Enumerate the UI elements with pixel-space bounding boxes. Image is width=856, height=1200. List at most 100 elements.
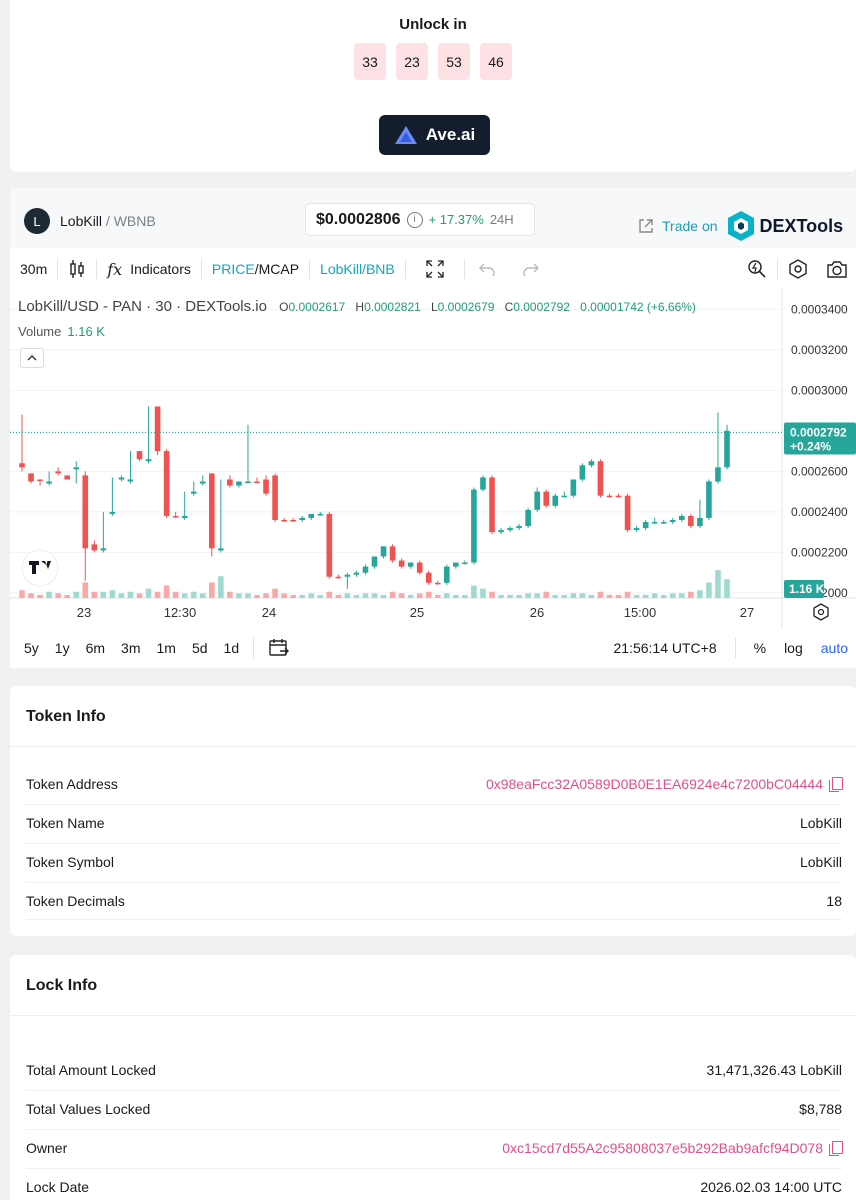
legend-change: 0.00001742 (+6.66%) bbox=[580, 300, 696, 314]
y-tick-label: 0.0003400 bbox=[791, 302, 848, 316]
lock-date-value: 2026.02.03 14:00 UTC bbox=[700, 1179, 842, 1195]
copy-icon[interactable] bbox=[829, 1141, 843, 1156]
volume-bar bbox=[516, 594, 522, 598]
ave-ai-label: Ave.ai bbox=[425, 125, 476, 144]
log-toggle[interactable]: log bbox=[784, 640, 803, 656]
volume-bar bbox=[597, 591, 604, 598]
clock-time[interactable]: 21:56:14 UTC+8 bbox=[613, 640, 716, 656]
chart-area[interactable]: 0.00034000.00032000.00030000.00028000.00… bbox=[10, 288, 856, 628]
trade-on-link[interactable]: Trade on DEXTools bbox=[638, 210, 843, 242]
candle-body bbox=[109, 511, 116, 514]
candle-body bbox=[299, 517, 305, 520]
volume-bar bbox=[236, 593, 242, 598]
candle-body bbox=[272, 475, 278, 520]
indicators-button[interactable]: 𝑓x Indicators bbox=[97, 250, 201, 288]
candle-body bbox=[380, 546, 387, 557]
fullscreen-icon bbox=[426, 260, 444, 278]
y-tick-label: 0.0002400 bbox=[791, 505, 848, 519]
x-tick-label: 12:30 bbox=[164, 605, 197, 620]
volume-bar bbox=[344, 593, 351, 598]
legend-close: 0.0002792 bbox=[513, 300, 570, 314]
candle-body bbox=[669, 519, 676, 523]
token-decimals-value: 18 bbox=[826, 893, 842, 909]
row-label: Lock Date bbox=[26, 1179, 90, 1195]
volume-tag-label: 1.16 K bbox=[789, 582, 825, 596]
camera-icon bbox=[827, 261, 847, 278]
volume-bar bbox=[190, 591, 197, 598]
candle-body bbox=[82, 475, 89, 549]
candle-body bbox=[444, 566, 450, 583]
owner-address-link[interactable]: 0xc15cd7d55A2c95808037e5b292Bab9afcf94D0… bbox=[502, 1140, 843, 1156]
tradingview-logo-icon[interactable] bbox=[21, 549, 59, 587]
range-1y[interactable]: 1y bbox=[47, 640, 78, 656]
chart-card: L LobKill / WBNB $0.0002806 i + 17.37% 2… bbox=[10, 188, 856, 668]
volume-bar bbox=[37, 594, 43, 598]
range-6m[interactable]: 6m bbox=[78, 640, 113, 656]
range-5d[interactable]: 5d bbox=[184, 640, 216, 656]
unlock-title: Unlock in bbox=[399, 16, 467, 33]
range-5y[interactable]: 5y bbox=[10, 640, 47, 656]
chart-type-button[interactable] bbox=[58, 250, 96, 288]
price-mcap-toggle[interactable]: PRICE/MCAP bbox=[202, 250, 309, 288]
volume-bar bbox=[679, 593, 685, 598]
quick-search-button[interactable] bbox=[737, 250, 777, 288]
legend-o-label: O bbox=[279, 300, 289, 314]
pair-info[interactable]: L LobKill / WBNB bbox=[24, 208, 156, 234]
fx-icon: 𝑓x bbox=[107, 259, 123, 279]
candle-body bbox=[190, 491, 197, 494]
price-period: 24H bbox=[489, 212, 514, 227]
ave-ai-button[interactable]: Ave.ai bbox=[379, 115, 490, 155]
percent-toggle[interactable]: % bbox=[754, 640, 766, 656]
volume-bar bbox=[715, 570, 721, 598]
chart-toolbar: 30m 𝑓x Indicators PRICE/MCAP LobKill/BNB bbox=[10, 250, 856, 288]
collapse-legend-button[interactable] bbox=[20, 348, 44, 368]
pair-toggle[interactable]: LobKill/BNB bbox=[310, 250, 405, 288]
candle-body bbox=[28, 473, 34, 482]
undo-button[interactable] bbox=[465, 250, 509, 288]
goto-date-button[interactable] bbox=[260, 637, 298, 660]
range-3m[interactable]: 3m bbox=[113, 640, 148, 656]
candle-body bbox=[471, 489, 477, 563]
volume-bar bbox=[118, 593, 125, 598]
candle-body bbox=[209, 473, 215, 549]
volume-bar bbox=[471, 585, 477, 598]
snapshot-button[interactable] bbox=[818, 250, 856, 288]
countdown-hours: 23 bbox=[396, 43, 428, 80]
fullscreen-button[interactable] bbox=[406, 250, 464, 288]
range-divider bbox=[253, 638, 255, 658]
chart-legend: LobKill/USD - PAN · 30 · DEXTools.io O0.… bbox=[18, 298, 696, 315]
calendar-goto-icon bbox=[269, 638, 290, 656]
lock-info-title: Lock Info bbox=[26, 977, 98, 994]
auto-toggle[interactable]: auto bbox=[821, 640, 848, 656]
dextools-label: DEXTools bbox=[759, 215, 844, 236]
volume-bar bbox=[525, 593, 531, 598]
volume-bar bbox=[588, 594, 595, 598]
dextools-icon bbox=[727, 211, 754, 241]
redo-button[interactable] bbox=[509, 250, 553, 288]
price-change: + 17.37% bbox=[428, 212, 484, 227]
range-1d[interactable]: 1d bbox=[216, 640, 248, 656]
candle-body bbox=[263, 479, 269, 494]
candlestick-chart[interactable]: 0.00034000.00032000.00030000.00028000.00… bbox=[10, 288, 856, 628]
volume-bar bbox=[642, 594, 649, 598]
token-address-link[interactable]: 0x98eaFcc32A0589D0B0E1EA6924e4c7200bC044… bbox=[486, 776, 843, 792]
volume-bar bbox=[100, 591, 107, 598]
range-1m[interactable]: 1m bbox=[149, 640, 184, 656]
info-icon[interactable]: i bbox=[406, 211, 423, 228]
candle-body bbox=[688, 515, 694, 527]
volume-bar bbox=[326, 591, 333, 598]
interval-select[interactable]: 30m bbox=[10, 250, 57, 288]
copy-icon[interactable] bbox=[829, 777, 843, 792]
axis-settings-icon[interactable] bbox=[813, 603, 829, 621]
volume-bar bbox=[453, 594, 459, 598]
candle-body bbox=[389, 546, 396, 561]
volume-bar bbox=[697, 590, 703, 598]
row-divider bbox=[26, 843, 842, 844]
row-divider bbox=[26, 882, 842, 883]
range-divider bbox=[734, 638, 736, 658]
volume-bar bbox=[163, 585, 170, 598]
chevron-up-icon bbox=[27, 355, 37, 361]
settings-button[interactable] bbox=[778, 250, 818, 288]
candle-body bbox=[136, 451, 143, 460]
section-divider bbox=[10, 1015, 856, 1016]
